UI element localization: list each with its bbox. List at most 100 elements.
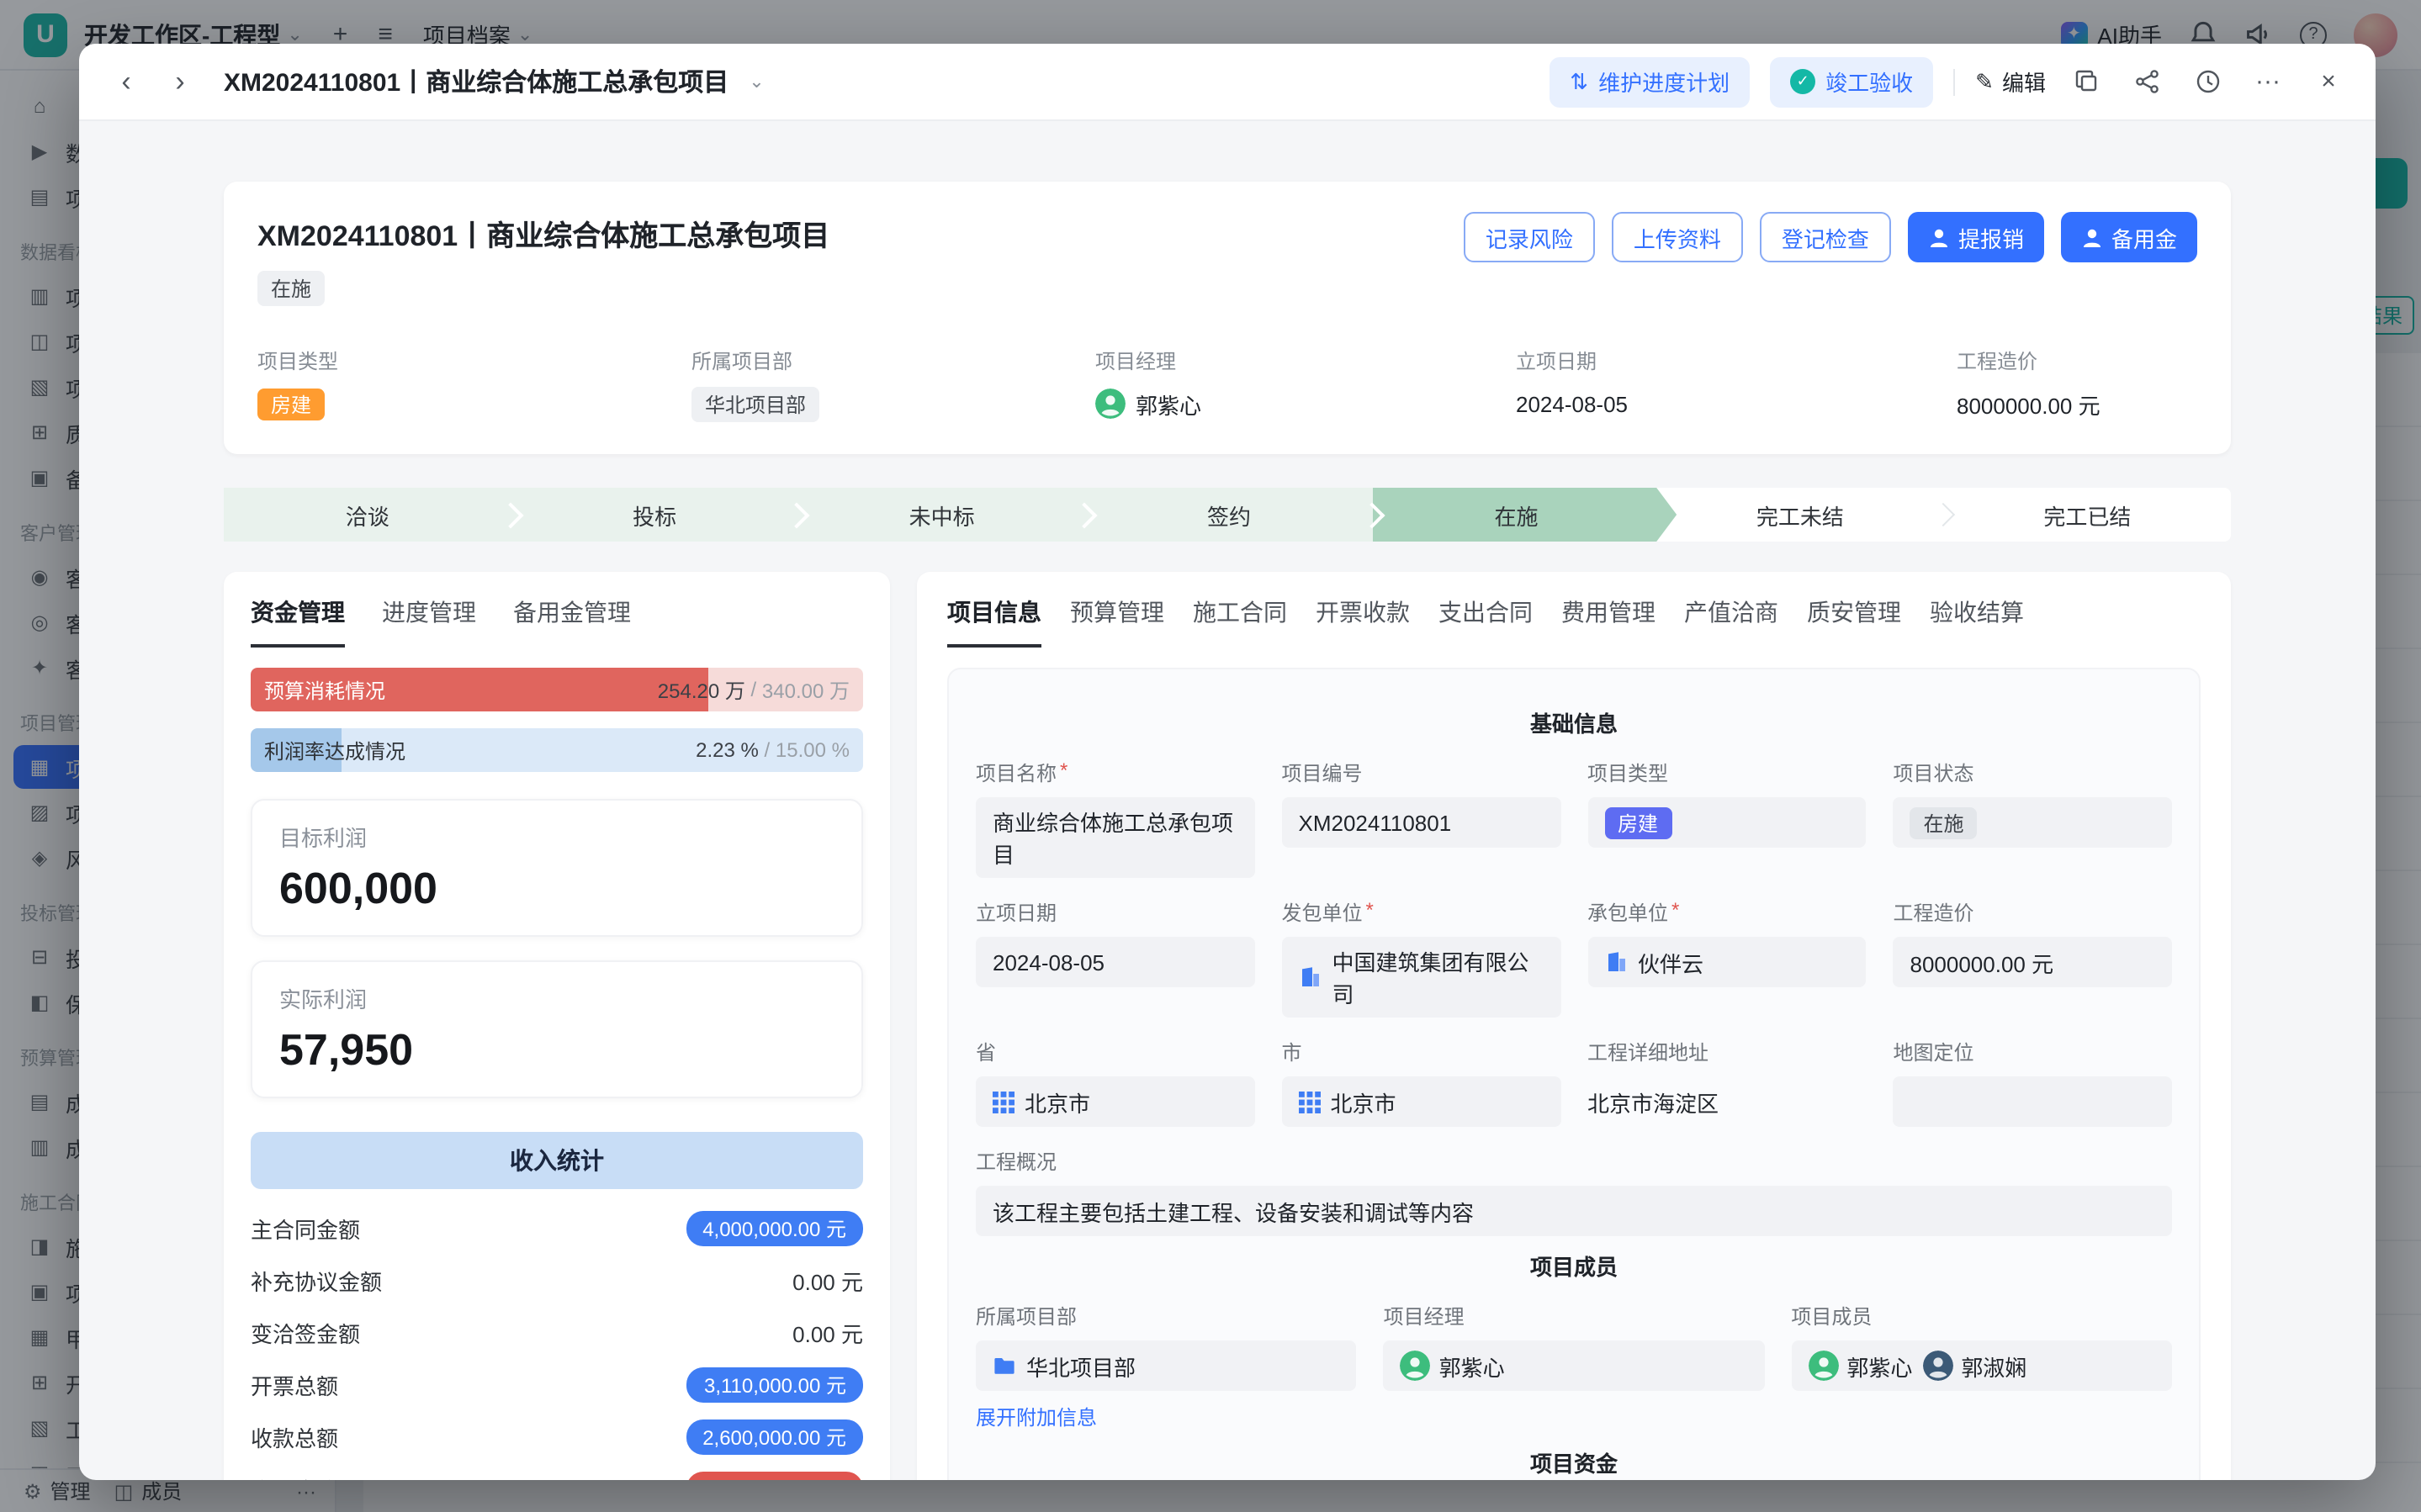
- modal-header: ‹ › XM2024110801丨商业综合体施工总承包项目 ⌄ ⇅ 维护进度计划…: [79, 44, 2376, 121]
- budget-consumption-bar: 预算消耗情况 254.20 万 / 340.00 万: [251, 668, 863, 711]
- section-title-members: 项目成员: [976, 1250, 2172, 1282]
- field-project-cost: 工程造价 8000000.00 元: [1894, 898, 2173, 1018]
- target-profit-card: 目标利润 600,000: [251, 799, 863, 937]
- history-clock-icon[interactable]: [2187, 61, 2228, 102]
- tab[interactable]: 费用管理: [1561, 595, 1655, 648]
- status-chip: 在施: [1910, 806, 1978, 838]
- close-icon[interactable]: ×: [2308, 61, 2349, 102]
- right-tabs: 项目信息预算管理施工合同开票收款支出合同费用管理产值洽商质安管理验收结算: [947, 595, 2201, 648]
- action-button[interactable]: 提报销: [1908, 212, 2044, 262]
- amount-row: 开票总额 3,110,000.00 元: [251, 1359, 863, 1411]
- person-icon: [2081, 226, 2103, 248]
- field-overview: 工程概况 该工程主要包括土建工程、设备安装和调试等内容: [976, 1147, 2172, 1236]
- project-summary-card: XM2024110801丨商业综合体施工总承包项目 在施 记录风险: [224, 182, 2231, 454]
- actual-profit-value: 57,950: [279, 1024, 834, 1076]
- summary-actions: 记录风险 上传资料: [1464, 212, 2197, 262]
- stage-ribbon: 洽谈 投标 未中标 签约 在施 完工未结 完工已结: [224, 488, 2231, 542]
- amount-badge: 2,600,000.00 元: [686, 1419, 863, 1455]
- stage-segment[interactable]: 完工未结: [1656, 488, 1943, 542]
- action-button[interactable]: 备用金: [2061, 212, 2197, 262]
- folder-icon: [993, 1354, 1016, 1377]
- tab[interactable]: 进度管理: [382, 595, 476, 648]
- screen: U 开发工作区-工程型 ⌄ + ≡ 项目档案 ⌄ ✦ AI助手: [0, 0, 2421, 1512]
- field-department: 所属项目部 华北项目部 展开附加信息: [976, 1302, 1357, 1433]
- more-icon[interactable]: ···: [2248, 61, 2288, 102]
- field-project-type: 项目类型 房建: [257, 346, 691, 420]
- amount-rows: 主合同金额 4,000,000.00 元 补充协议金额 0.00 元 变洽签金额: [251, 1203, 863, 1480]
- income-statistics-button[interactable]: 收入统计: [251, 1132, 863, 1189]
- next-record-button[interactable]: ›: [160, 61, 200, 102]
- field-start-date: 立项日期 2024-08-05: [976, 898, 1255, 1018]
- action-button[interactable]: 记录风险: [1464, 212, 1595, 262]
- avatar: [1095, 389, 1126, 419]
- modal-title: XM2024110801丨商业综合体施工总承包项目: [224, 64, 728, 99]
- field-province: 省 北京市: [976, 1038, 1255, 1127]
- field-city: 市 北京市: [1282, 1038, 1561, 1127]
- amount-label: 主合同金额: [251, 1213, 360, 1245]
- amount-label: 合同应收: [251, 1473, 338, 1480]
- amount-row: 补充协议金额 0.00 元: [251, 1255, 863, 1307]
- field-start-date: 立项日期 2024-08-05: [1516, 346, 1957, 420]
- member-chip: 郭紫心: [1808, 1350, 1912, 1382]
- amount-label: 补充协议金额: [251, 1265, 382, 1297]
- field-project-manager: 项目经理 郭紫心: [1095, 346, 1516, 420]
- tab[interactable]: 质安管理: [1807, 595, 1901, 648]
- region-grid-icon: [993, 1091, 1014, 1113]
- tab[interactable]: 开票收款: [1316, 595, 1410, 648]
- type-tag: 房建: [257, 388, 325, 420]
- amount-row: 收款总额 2,600,000.00 元: [251, 1411, 863, 1463]
- stage-segment[interactable]: 未中标: [798, 488, 1085, 542]
- status-badge: 在施: [257, 271, 325, 306]
- tab[interactable]: 验收结算: [1930, 595, 2024, 648]
- avatar: [1401, 1351, 1431, 1381]
- tab[interactable]: 备用金管理: [513, 595, 631, 648]
- target-profit-value: 600,000: [279, 863, 834, 915]
- action-button[interactable]: 登记检查: [1760, 212, 1891, 262]
- maintain-schedule-button[interactable]: ⇅ 维护进度计划: [1550, 56, 1750, 107]
- stage-segment[interactable]: 投标: [511, 488, 797, 542]
- tab[interactable]: 预算管理: [1070, 595, 1164, 648]
- field-project-members: 项目成员 郭紫心: [1791, 1302, 2172, 1433]
- type-tag: 房建: [1604, 806, 1671, 838]
- tab[interactable]: 项目信息: [947, 595, 1041, 648]
- stage-segment[interactable]: 在施: [1373, 488, 1677, 542]
- tab[interactable]: 产值洽商: [1684, 595, 1778, 648]
- field-project-code: 项目编号 XM2024110801: [1282, 759, 1561, 878]
- prev-record-button[interactable]: ‹: [106, 61, 146, 102]
- stage-segment[interactable]: 签约: [1085, 488, 1372, 542]
- copy-icon[interactable]: [2066, 61, 2106, 102]
- avatar: [1808, 1351, 1838, 1381]
- tab[interactable]: 施工合同: [1193, 595, 1287, 648]
- amount-row: 合同应收 1,000,000.00 元: [251, 1463, 863, 1480]
- amount-badge: 3,110,000.00 元: [687, 1367, 863, 1403]
- amount-label: 收款总额: [251, 1421, 338, 1453]
- tab[interactable]: 支出合同: [1438, 595, 1533, 648]
- expand-extra-info-link[interactable]: 展开附加信息: [976, 1403, 1097, 1431]
- project-info-panel: 项目信息预算管理施工合同开票收款支出合同费用管理产值洽商质安管理验收结算 基础信…: [917, 572, 2231, 1480]
- field-owner-unit: 发包单位* 中国建筑集团有限公司: [1282, 898, 1561, 1018]
- tab[interactable]: 资金管理: [251, 595, 345, 648]
- field-project-manager: 项目经理 郭紫心: [1384, 1302, 1765, 1433]
- chevron-down-icon[interactable]: ⌄: [749, 71, 764, 93]
- action-button[interactable]: 上传资料: [1612, 212, 1743, 262]
- field-project-status: 项目状态 在施: [1894, 759, 2173, 878]
- region-grid-icon: [1299, 1091, 1321, 1113]
- divider: [1953, 68, 1955, 95]
- avatar: [1922, 1351, 1952, 1381]
- edit-button[interactable]: ✎ 编辑: [1975, 66, 2046, 98]
- profit-rate-bar: 利润率达成情况 2.23 % / 15.00 %: [251, 728, 863, 772]
- stage-segment[interactable]: 洽谈: [224, 488, 511, 542]
- member-chip: 郭淑娴: [1922, 1350, 2026, 1382]
- completion-acceptance-button[interactable]: ✓ 竣工验收: [1770, 56, 1933, 107]
- amount-badge: 0.00 元: [792, 1317, 863, 1349]
- field-project-name: 项目名称* 商业综合体施工总承包项目: [976, 759, 1255, 878]
- summary-fields: 项目类型 房建 所属项目部 华北项目部 项目经理: [257, 346, 2197, 420]
- basic-info-grid: 项目名称* 商业综合体施工总承包项目 项目编号 XM2024110801 项目类…: [976, 759, 2172, 1236]
- amount-label: 变洽签金额: [251, 1317, 360, 1349]
- person-icon: [1928, 226, 1950, 248]
- project-detail-modal: ‹ › XM2024110801丨商业综合体施工总承包项目 ⌄ ⇅ 维护进度计划…: [79, 44, 2376, 1480]
- member-chip: 郭紫心: [1401, 1350, 1505, 1382]
- share-icon[interactable]: [2127, 61, 2167, 102]
- stage-segment[interactable]: 完工已结: [1944, 488, 2231, 542]
- field-contractor-unit: 承包单位* 伙伴云: [1587, 898, 1867, 1018]
